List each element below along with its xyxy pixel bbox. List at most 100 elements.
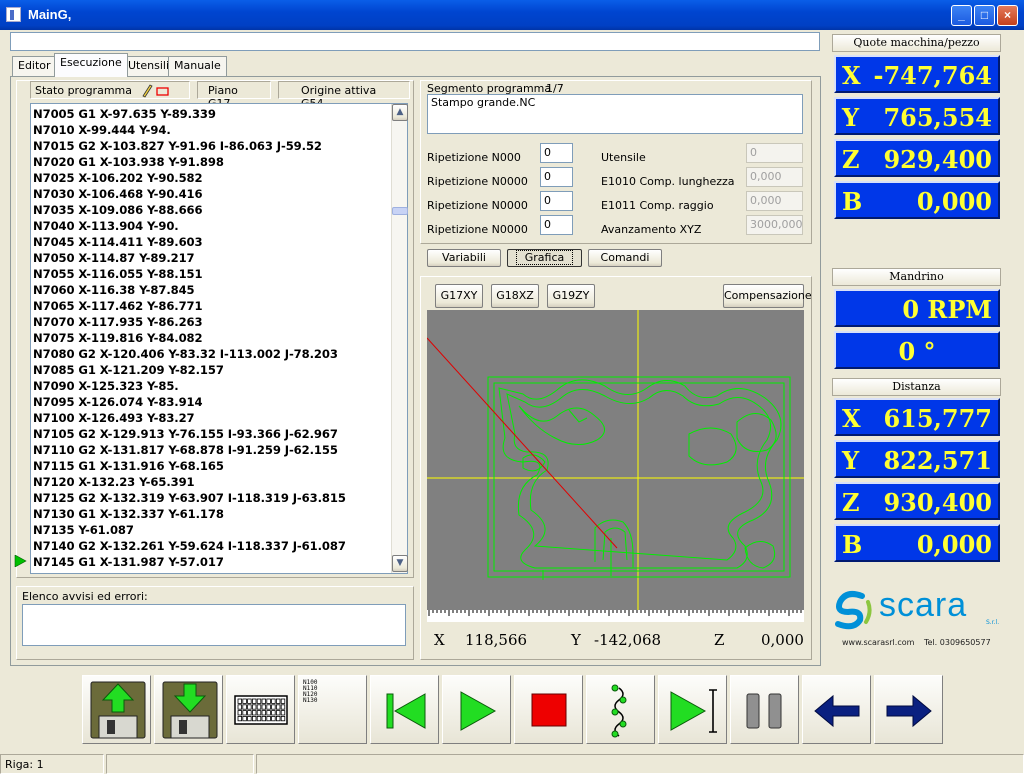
distance-x-axis: X — [842, 404, 861, 433]
rewind-button[interactable] — [370, 675, 439, 744]
code-line[interactable]: N7070 X-117.935 Y-86.263 — [33, 314, 389, 330]
distance-z-readout: Z 930,400 — [834, 482, 1000, 520]
code-line[interactable]: N7040 X-113.904 Y-90. — [33, 218, 389, 234]
block-label-4: N130 — [303, 697, 318, 704]
messages-box[interactable] — [22, 604, 406, 646]
distance-z-value: 930,400 — [883, 488, 992, 517]
code-line[interactable]: N7020 G1 X-103.938 Y-91.898 — [33, 154, 389, 170]
code-line[interactable]: N7085 G1 X-121.209 Y-82.157 — [33, 362, 389, 378]
comp-raggio-field: 0,000 — [746, 191, 803, 211]
code-line[interactable]: N7030 X-106.468 Y-90.416 — [33, 186, 389, 202]
code-line[interactable]: N7060 X-116.38 Y-87.845 — [33, 282, 389, 298]
tab-editor[interactable]: Editor — [12, 56, 57, 76]
step-button[interactable] — [586, 675, 655, 744]
block-numbers-button[interactable]: N100 N110 N120 N130 — [298, 675, 367, 744]
machine-x-axis: X — [842, 61, 861, 90]
g19zy-button[interactable]: G19ZY — [547, 284, 595, 308]
g17xy-button[interactable]: G17XY — [435, 284, 483, 308]
compensazione-button[interactable]: Compensazione — [723, 284, 812, 308]
spindle-header: Mandrino — [832, 268, 1001, 286]
listing-scrollbar[interactable]: ▲ ▼ — [391, 104, 408, 573]
window-title: MainG, — [28, 7, 72, 22]
code-line[interactable]: N7035 X-109.086 Y-88.666 — [33, 202, 389, 218]
previous-button[interactable] — [802, 675, 871, 744]
machine-z-readout: Z 929,400 — [834, 139, 1000, 177]
rip-input-3[interactable]: 0 — [540, 191, 573, 211]
code-line[interactable]: N7095 X-126.074 Y-83.914 — [33, 394, 389, 410]
code-line[interactable]: N7045 X-114.411 Y-89.603 — [33, 234, 389, 250]
code-line[interactable]: N7010 X-99.444 Y-94. — [33, 122, 389, 138]
code-line[interactable]: N7125 G2 X-132.319 Y-63.907 I-118.319 J-… — [33, 490, 389, 506]
origine-attiva: Origine attiva G54 — [278, 81, 410, 110]
comp-lunghezza-field: 0,000 — [746, 167, 803, 187]
segment-file[interactable]: Stampo grande.NC — [427, 94, 803, 134]
rip-input-2[interactable]: 0 — [540, 167, 573, 187]
load-program-button[interactable] — [82, 675, 151, 744]
close-button[interactable]: × — [997, 5, 1018, 26]
comp-lunghezza-label: E1010 Comp. lunghezza — [601, 175, 735, 188]
code-line[interactable]: N7065 X-117.462 Y-86.771 — [33, 298, 389, 314]
scroll-down-icon[interactable]: ▼ — [392, 555, 408, 572]
code-lines[interactable]: N7005 G1 X-97.635 Y-89.339 N7010 X-99.444… — [33, 106, 389, 572]
rip-label-4: Ripetizione N0000 — [427, 223, 528, 236]
command-input[interactable] — [10, 32, 820, 51]
run-to-cursor-button[interactable] — [658, 675, 727, 744]
next-button[interactable] — [874, 675, 943, 744]
brand-suffix: S.r.l. — [986, 619, 1000, 626]
pause-button[interactable] — [730, 675, 799, 744]
code-line[interactable]: N7015 G2 X-103.827 Y-91.96 I-86.063 J-59… — [33, 138, 389, 154]
utensile-label: Utensile — [601, 151, 646, 164]
code-line[interactable]: N7055 X-116.055 Y-88.151 — [33, 266, 389, 282]
canvas-ruler — [427, 610, 804, 622]
piano-g17: Piano G17 — [197, 81, 271, 110]
code-line[interactable]: N7110 G2 X-131.817 Y-68.878 I-91.259 J-6… — [33, 442, 389, 458]
toolpath-canvas[interactable] — [427, 310, 804, 622]
step-path-icon — [611, 684, 627, 738]
variabili-button[interactable]: Variabili — [427, 249, 501, 267]
code-line[interactable]: N7090 X-125.323 Y-85. — [33, 378, 389, 394]
status-riga: Riga: 1 — [0, 754, 104, 774]
comandi-button[interactable]: Comandi — [588, 249, 662, 267]
scroll-up-icon[interactable]: ▲ — [392, 104, 408, 121]
code-line[interactable]: N7080 G2 X-120.406 Y-83.32 I-113.002 J-7… — [33, 346, 389, 362]
code-line[interactable]: N7135 Y-61.087 — [33, 522, 389, 538]
title-bar: MainG, _ □ × — [0, 0, 1024, 30]
machine-x-value: -747,764 — [873, 61, 992, 90]
tab-esecuzione[interactable]: Esecuzione — [54, 53, 128, 77]
rip-label-3: Ripetizione N0000 — [427, 199, 528, 212]
avanzamento-field: 3000,000 — [746, 215, 803, 235]
play-to-cursor-icon — [670, 689, 717, 733]
code-line[interactable]: N7130 G1 X-132.337 Y-61.178 — [33, 506, 389, 522]
maximize-button[interactable]: □ — [974, 5, 995, 26]
code-line[interactable]: N7025 X-106.202 Y-90.582 — [33, 170, 389, 186]
start-button[interactable] — [442, 675, 511, 744]
stop-button[interactable] — [514, 675, 583, 744]
floppy-download-icon — [162, 681, 218, 739]
code-line[interactable]: N7115 G1 X-131.916 Y-68.165 — [33, 458, 389, 474]
rip-input-4[interactable]: 0 — [540, 215, 573, 235]
grafica-button[interactable]: Grafica — [507, 249, 582, 267]
code-line[interactable]: N7140 G2 X-132.261 Y-59.624 I-118.337 J-… — [33, 538, 389, 554]
code-line[interactable]: N7075 X-119.816 Y-84.082 — [33, 330, 389, 346]
current-line-arrow-icon — [14, 555, 27, 567]
grafica-label: Grafica — [515, 250, 574, 265]
g18xz-button[interactable]: G18XZ — [491, 284, 539, 308]
coord-x-label: X — [434, 631, 445, 649]
code-line[interactable]: N7005 G1 X-97.635 Y-89.339 — [33, 106, 389, 122]
code-line[interactable]: N7145 G1 X-131.987 Y-57.017 — [33, 554, 389, 570]
coord-z-label: Z — [714, 631, 725, 649]
tab-manuale[interactable]: Manuale — [168, 56, 227, 76]
code-line[interactable]: N7100 X-126.493 Y-83.27 — [33, 410, 389, 426]
coord-y-label: Y — [571, 631, 581, 649]
minimize-button[interactable]: _ — [951, 5, 972, 26]
save-program-button[interactable] — [154, 675, 223, 744]
machine-b-axis: B — [842, 187, 863, 216]
code-line[interactable]: N7105 G2 X-129.913 Y-76.155 I-93.366 J-6… — [33, 426, 389, 442]
rip-input-1[interactable]: 0 — [540, 143, 573, 163]
scroll-thumb[interactable] — [392, 207, 408, 215]
code-line[interactable]: N7050 X-114.87 Y-89.217 — [33, 250, 389, 266]
stato-label: Stato programma — [35, 84, 132, 97]
code-line[interactable]: N7120 X-132.23 Y-65.391 — [33, 474, 389, 490]
distance-header: Distanza — [832, 378, 1001, 396]
keyboard-button[interactable] — [226, 675, 295, 744]
